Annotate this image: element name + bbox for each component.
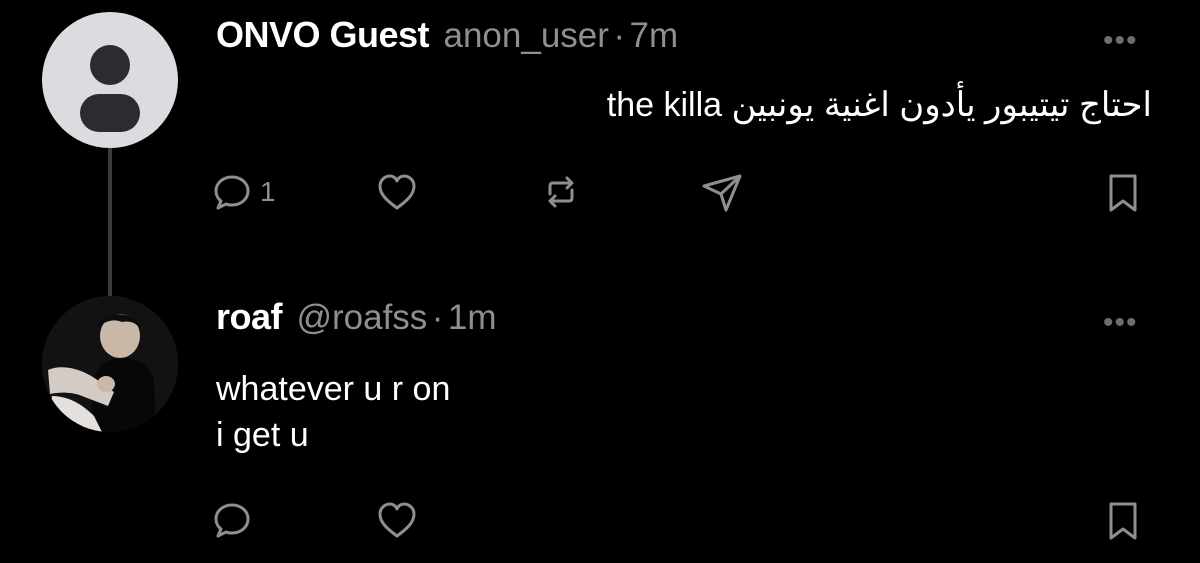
reply-icon xyxy=(214,175,250,210)
post-2-reply-button[interactable] xyxy=(212,500,252,540)
post-2-display-name[interactable]: roaf xyxy=(216,296,283,337)
default-profile-icon xyxy=(80,45,140,132)
post-1-reply-count: 1 xyxy=(260,176,276,207)
roaf-avatar[interactable] xyxy=(42,296,178,432)
heart-icon xyxy=(378,502,416,538)
post-1-reply-button[interactable]: 1 xyxy=(212,172,276,212)
post-2-body-line: whatever u r on xyxy=(216,370,451,408)
send-icon xyxy=(702,174,742,212)
post-2-header: roaf @roafss · 1m xyxy=(216,296,497,338)
post-2-bookmark-button[interactable] xyxy=(1106,500,1140,542)
post-1-handle[interactable]: anon_user xyxy=(444,16,609,55)
post-2-like-button[interactable] xyxy=(376,500,418,540)
post-2-more-button[interactable]: ••• xyxy=(1103,306,1138,340)
post-2-body: whatever u r on i get u xyxy=(216,366,450,458)
post-1-share-button[interactable] xyxy=(700,172,744,214)
bookmark-icon xyxy=(1109,502,1137,540)
bookmark-icon xyxy=(1109,174,1137,212)
post-1-body-line: احتاج تيتيبور يأدون اغنية يونبين the kil… xyxy=(606,86,1152,124)
post-1-display-name[interactable]: ONVO Guest xyxy=(216,14,430,55)
post-1-like-button[interactable] xyxy=(376,172,418,212)
profile-photo xyxy=(42,296,178,432)
post-2-time: 1m xyxy=(447,298,497,337)
post-1-header: ONVO Guest anon_user · 7m xyxy=(216,14,678,56)
post-2-separator: · xyxy=(431,298,444,337)
reply-icon xyxy=(214,503,250,538)
heart-icon xyxy=(378,174,416,210)
repost-icon xyxy=(548,176,574,208)
post-1-separator: · xyxy=(613,16,626,55)
post-1-bookmark-button[interactable] xyxy=(1106,172,1140,214)
post-1-time: 7m xyxy=(629,16,679,55)
guest-avatar[interactable] xyxy=(42,12,178,148)
post-1-more-button[interactable]: ••• xyxy=(1103,24,1138,58)
post-2-body-line: i get u xyxy=(216,416,309,454)
thread-line xyxy=(108,148,112,298)
post-2-handle[interactable]: @roafss xyxy=(296,298,427,337)
post-1-repost-button[interactable] xyxy=(540,172,582,212)
